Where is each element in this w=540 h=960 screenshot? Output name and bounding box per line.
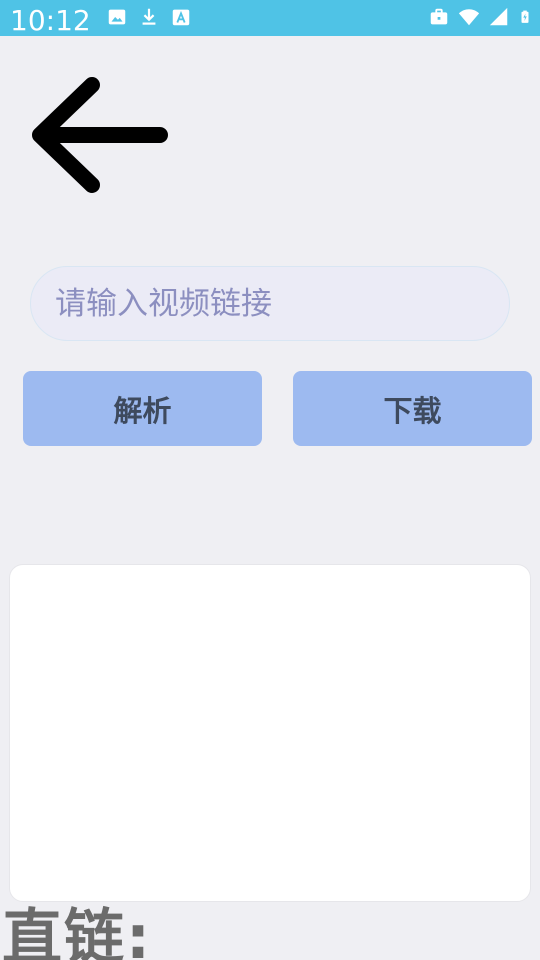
result-panel — [9, 564, 531, 902]
download-icon — [142, 8, 156, 25]
battery-charging-icon — [521, 10, 529, 23]
status-time: 10:12 — [10, 4, 91, 37]
direct-link-label: 直链: — [2, 903, 152, 960]
system-icons — [428, 6, 532, 28]
arrow-left-icon — [32, 77, 168, 193]
cellular-signal-icon — [489, 7, 508, 26]
accessibility-a-icon — [172, 9, 190, 26]
wifi-icon — [458, 9, 480, 26]
work-profile-briefcase-icon — [430, 8, 448, 25]
image-icon — [108, 9, 126, 25]
status-bar: 10:12 — [0, 0, 540, 37]
notification-icons — [106, 6, 192, 28]
video-url-input[interactable] — [30, 266, 510, 341]
download-button[interactable]: 下载 — [293, 371, 532, 446]
parse-button[interactable]: 解析 — [23, 371, 262, 446]
back-button[interactable] — [28, 72, 174, 200]
